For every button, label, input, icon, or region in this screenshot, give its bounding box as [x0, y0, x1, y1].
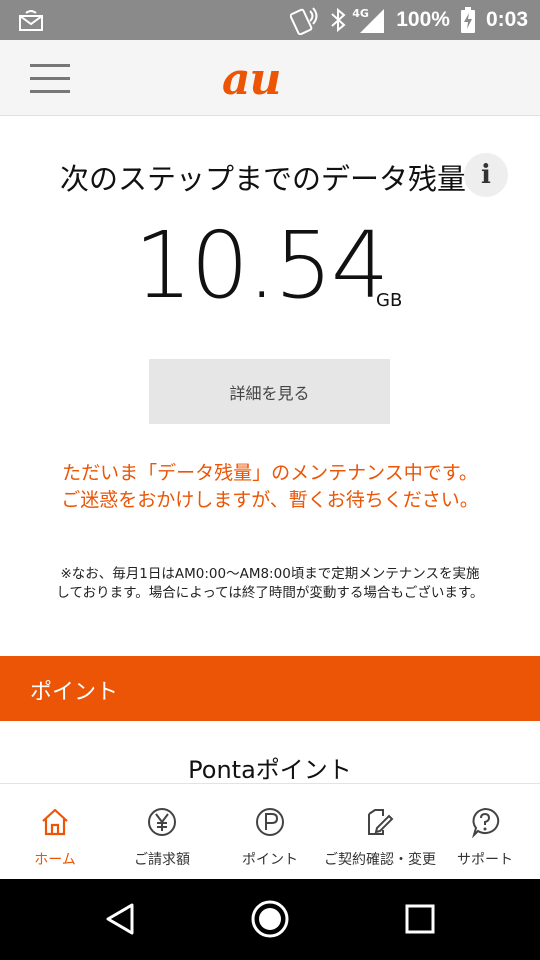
maintenance-message: ただいま「データ残量」のメンテナンス中です。 ご迷惑をおかけしますが、暫くお待ち…: [60, 460, 480, 514]
app-bar: au: [0, 40, 540, 116]
nav-contract[interactable]: ご契約確認・変更: [324, 784, 436, 880]
battery-percent: 100%: [396, 8, 450, 31]
nav-points-label: ポイント: [242, 852, 298, 868]
recents-icon[interactable]: [404, 903, 436, 935]
bluetooth-icon: [331, 8, 346, 32]
nav-home[interactable]: ホーム: [0, 784, 110, 880]
clock: 0:03: [485, 8, 528, 31]
nav-support-label: サポート: [457, 852, 513, 868]
point-icon: [256, 808, 284, 836]
home-circle-icon[interactable]: [250, 899, 290, 939]
data-remaining-title: 次のステップまでのデータ残量: [60, 162, 467, 196]
maintenance-line-1: ただいま「データ残量」のメンテナンス中です。: [62, 462, 478, 484]
nav-points[interactable]: ポイント: [215, 784, 325, 880]
nav-contract-label: ご契約確認・変更: [324, 852, 436, 868]
maintenance-line-2: ご迷惑をおかけしますが、暫くお待ちください。: [61, 489, 479, 511]
points-section-header: ポイント: [0, 656, 540, 721]
points-section-title: ポイント: [30, 680, 119, 705]
au-logo[interactable]: au: [222, 54, 281, 105]
hamburger-icon[interactable]: [30, 64, 70, 94]
data-remaining-value: 10.54: [134, 212, 389, 319]
back-icon[interactable]: [104, 901, 136, 937]
battery-icon: [460, 7, 475, 33]
status-bar: 4G 100% 0:03: [0, 0, 540, 40]
notification-icon: [19, 10, 43, 31]
nav-support[interactable]: サポート: [430, 784, 540, 880]
system-navigation-bar: [0, 879, 540, 960]
nav-billing-label: ご請求額: [134, 852, 190, 868]
info-icon[interactable]: i: [464, 153, 508, 197]
data-remaining-unit: GB: [376, 290, 403, 311]
nav-billing[interactable]: ご請求額: [107, 784, 217, 880]
maintenance-note: ※なお、毎月1日はAM0:00〜AM8:00頃まで定期メンテナンスを実施しており…: [56, 566, 484, 601]
bottom-navigation: ホーム ご請求額 ポイント ご契約確認・変更 サポート: [0, 783, 540, 879]
yen-icon: [148, 808, 176, 836]
home-icon: [42, 808, 68, 836]
view-details-button[interactable]: 詳細を見る: [149, 359, 390, 424]
nfc-icon: [290, 7, 318, 35]
contract-edit-icon: [368, 809, 394, 835]
nav-home-label: ホーム: [34, 852, 76, 868]
help-icon: [472, 807, 500, 838]
ponta-points-label[interactable]: Pontaポイント: [0, 750, 540, 785]
signal-indicator: 4G: [352, 5, 386, 35]
signal-icon: [360, 9, 385, 33]
